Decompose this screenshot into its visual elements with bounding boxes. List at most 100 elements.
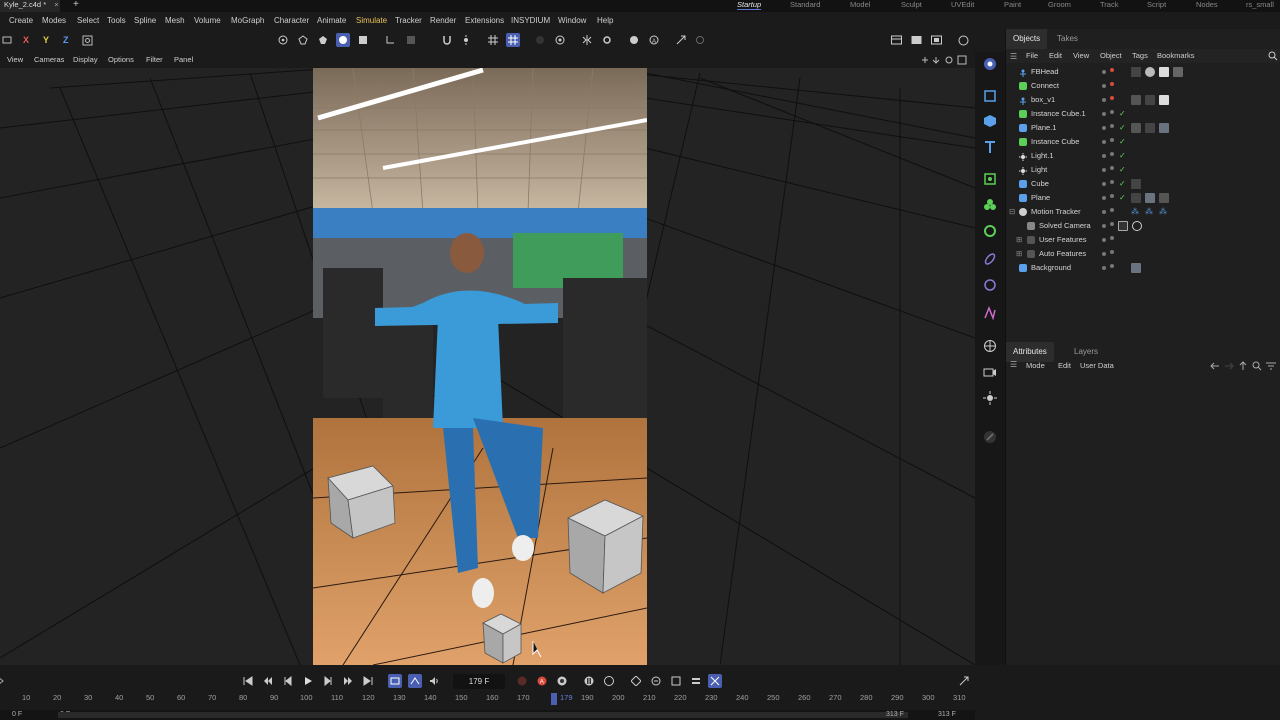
enabled-check[interactable]: ✓ <box>1119 107 1126 121</box>
axis-x-toggle[interactable]: X <box>23 33 29 47</box>
render-dot[interactable] <box>1110 110 1114 114</box>
visibility-dot[interactable] <box>1102 112 1106 116</box>
tag-icon[interactable] <box>1131 179 1141 189</box>
tag-icon[interactable] <box>1173 67 1183 77</box>
tab-objects[interactable]: Objects <box>1006 29 1048 49</box>
object-row[interactable]: ⊞ User Features <box>1006 233 1280 247</box>
soft-selection-icon[interactable] <box>459 33 473 47</box>
render-dot[interactable] <box>1110 124 1114 128</box>
object-row[interactable]: Background <box>1006 261 1280 275</box>
object-row[interactable]: Plane ✓ <box>1006 191 1280 205</box>
new-tab-icon[interactable]: + <box>73 0 79 10</box>
hamburger-menu-icon[interactable]: ☰ <box>1010 52 1017 61</box>
tracker-tag-icon[interactable]: ⁂ <box>1131 207 1141 217</box>
object-row[interactable]: box_v1 <box>1006 93 1280 107</box>
render-to-picture-viewer-icon[interactable] <box>909 33 923 47</box>
object-row[interactable]: Light.1 ✓ <box>1006 149 1280 163</box>
snap-icon[interactable] <box>383 33 397 47</box>
visibility-dot[interactable] <box>1102 98 1106 102</box>
material-tag-icon[interactable] <box>1131 263 1141 273</box>
layout-script[interactable]: Script <box>1147 0 1166 9</box>
loop-icon[interactable] <box>388 674 402 688</box>
cube-icon[interactable] <box>981 112 999 130</box>
motion-clip-icon[interactable] <box>689 674 703 688</box>
previous-frame-icon[interactable] <box>281 674 295 688</box>
menu-select[interactable]: Select <box>77 12 99 29</box>
enabled-check[interactable]: ✓ <box>1119 149 1126 163</box>
axis-z-toggle[interactable]: Z <box>63 33 69 47</box>
viewport-menu-cameras[interactable]: Cameras <box>34 52 64 68</box>
layout-startup[interactable]: Startup <box>737 0 762 10</box>
enabled-check[interactable]: ✓ <box>1119 191 1126 205</box>
menu-window[interactable]: Window <box>558 12 586 29</box>
preview-end-field[interactable]: 313 F <box>886 711 904 718</box>
go-to-end-icon[interactable] <box>361 674 375 688</box>
object-row[interactable]: Connect <box>1006 79 1280 93</box>
environment-icon[interactable] <box>981 337 999 355</box>
field-icon[interactable] <box>981 250 999 268</box>
menu-create[interactable]: Create <box>9 12 33 29</box>
range-slider[interactable] <box>58 712 908 718</box>
next-key-icon[interactable] <box>341 674 355 688</box>
visibility-dot[interactable] <box>1102 196 1106 200</box>
sound-icon[interactable] <box>427 674 441 688</box>
interactive-render-region-icon[interactable] <box>956 33 970 47</box>
visibility-dot[interactable] <box>1102 168 1106 172</box>
timeline-ruler[interactable]: 10 20 30 40 50 60 70 80 90 100 110 120 1… <box>0 693 975 705</box>
generator-icon[interactable] <box>981 170 999 188</box>
edges-mode-icon[interactable] <box>296 33 310 47</box>
mograph-cloner-icon[interactable] <box>981 196 999 214</box>
material-tag-icon[interactable] <box>1159 123 1169 133</box>
camera-icon[interactable] <box>981 363 999 381</box>
render-dot[interactable] <box>1110 250 1114 254</box>
visibility-dot[interactable] <box>1102 266 1106 270</box>
quantize-icon[interactable] <box>506 33 520 47</box>
menu-modes[interactable]: Modes <box>42 12 66 29</box>
protection-tag-icon[interactable] <box>1118 221 1128 231</box>
tab-takes[interactable]: Takes <box>1050 29 1085 49</box>
object-row[interactable]: FBHead <box>1006 65 1280 79</box>
playback-mode-icon[interactable] <box>408 674 422 688</box>
forward-arrow-icon[interactable] <box>1224 361 1234 373</box>
settings-gear-icon[interactable] <box>600 33 614 47</box>
parameter-key-icon[interactable] <box>649 674 663 688</box>
go-to-start-icon[interactable] <box>241 674 255 688</box>
expand-toggle-icon[interactable]: ⊞ <box>1016 247 1022 261</box>
layout-uvedit[interactable]: UVEdit <box>951 0 974 9</box>
range-start-field[interactable]: 0 F <box>12 711 22 718</box>
tag-icon[interactable] <box>1131 193 1141 203</box>
attr-menu-edit[interactable]: Edit <box>1058 359 1071 373</box>
tag-icon[interactable] <box>1159 67 1169 77</box>
object-row[interactable]: Plane.1 ✓ <box>1006 121 1280 135</box>
layout-rs-small[interactable]: rs_small <box>1246 0 1274 9</box>
symmetry-icon[interactable] <box>580 33 594 47</box>
tag-icon[interactable] <box>1131 67 1141 77</box>
back-arrow-icon[interactable] <box>1210 361 1220 373</box>
layout-groom[interactable]: Groom <box>1048 0 1071 9</box>
enabled-check[interactable]: ✓ <box>1119 177 1126 191</box>
display-tag-icon[interactable] <box>1131 123 1141 133</box>
light-icon[interactable] <box>981 389 999 407</box>
render-dot[interactable] <box>1110 236 1114 240</box>
menu-insydium[interactable]: INSYDIUM <box>511 12 550 29</box>
playhead[interactable] <box>551 693 557 705</box>
tag-icon[interactable] <box>1159 95 1169 105</box>
next-frame-icon[interactable] <box>321 674 335 688</box>
render-dot[interactable] <box>1110 68 1114 72</box>
scale-key-icon[interactable] <box>602 674 616 688</box>
visibility-dot[interactable] <box>1102 84 1106 88</box>
object-row[interactable]: ⊞ Auto Features <box>1006 247 1280 261</box>
effector-icon[interactable] <box>981 276 999 294</box>
object-row[interactable]: Solved Camera <box>1006 219 1280 233</box>
preview-range-bar[interactable]: 0 F 0 F 313 F 313 F <box>0 710 975 720</box>
render-dot[interactable] <box>1110 222 1114 226</box>
texture-mode-icon[interactable] <box>356 33 370 47</box>
obj-menu-object[interactable]: Object <box>1100 49 1122 63</box>
collapse-toggle-icon[interactable]: ⊟ <box>1009 205 1015 219</box>
points-mode-icon[interactable] <box>276 33 290 47</box>
record-settings-icon[interactable] <box>708 674 722 688</box>
visibility-dot[interactable] <box>1102 140 1106 144</box>
viewport-solo-icon[interactable] <box>553 33 567 47</box>
viewport-menu-display[interactable]: Display <box>73 52 98 68</box>
layout-sculpt[interactable]: Sculpt <box>901 0 922 9</box>
